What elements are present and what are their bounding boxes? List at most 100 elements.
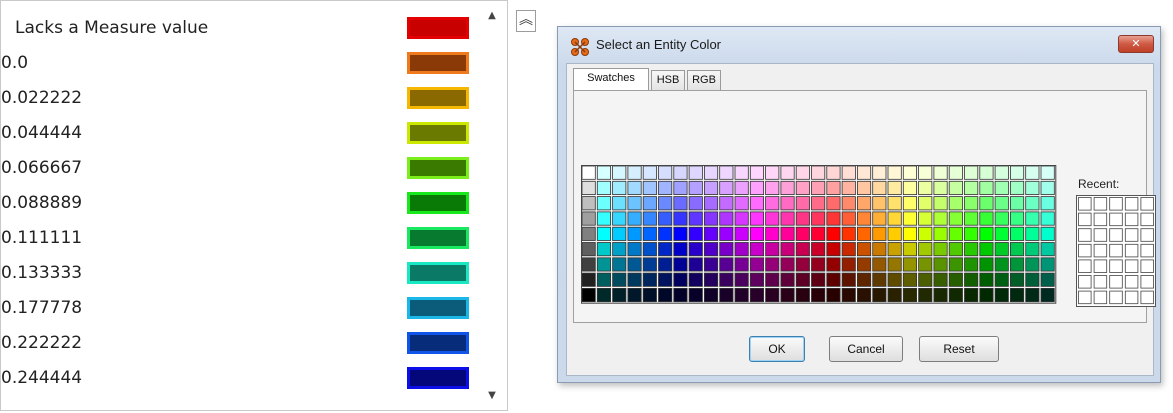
- recent-swatch-cell[interactable]: [1140, 197, 1154, 211]
- color-swatch-cell[interactable]: [918, 272, 933, 287]
- color-swatch-cell[interactable]: [979, 242, 994, 257]
- color-swatch-cell[interactable]: [811, 196, 826, 211]
- color-swatch-cell[interactable]: [765, 165, 780, 180]
- color-swatch-cell[interactable]: [933, 288, 948, 303]
- color-swatch-cell[interactable]: [856, 272, 872, 287]
- color-swatch-cell[interactable]: [596, 288, 611, 303]
- legend-color-swatch[interactable]: [407, 157, 469, 179]
- color-swatch-cell[interactable]: [841, 257, 856, 272]
- color-swatch-cell[interactable]: [642, 226, 657, 241]
- color-swatch-cell[interactable]: [734, 180, 749, 195]
- color-swatch-cell[interactable]: [887, 211, 902, 226]
- color-swatch-cell[interactable]: [704, 226, 719, 241]
- color-swatch-cell[interactable]: [581, 257, 596, 272]
- color-swatch-cell[interactable]: [688, 226, 703, 241]
- color-swatch-cell[interactable]: [658, 272, 673, 287]
- color-swatch-cell[interactable]: [856, 242, 872, 257]
- recent-swatch-cell[interactable]: [1140, 290, 1154, 305]
- color-swatch-cell[interactable]: [872, 288, 887, 303]
- color-swatch-cell[interactable]: [688, 242, 703, 257]
- color-swatch-cell[interactable]: [627, 257, 642, 272]
- color-swatch-cell[interactable]: [1040, 165, 1055, 180]
- color-swatch-cell[interactable]: [918, 211, 933, 226]
- color-swatch-cell[interactable]: [872, 257, 887, 272]
- color-swatch-cell[interactable]: [765, 288, 780, 303]
- color-swatch-cell[interactable]: [856, 226, 872, 241]
- color-swatch-cell[interactable]: [765, 272, 780, 287]
- recent-swatch-cell[interactable]: [1093, 228, 1108, 242]
- color-swatch-cell[interactable]: [811, 180, 826, 195]
- color-swatch-cell[interactable]: [612, 242, 627, 257]
- color-swatch-cell[interactable]: [933, 226, 948, 241]
- color-swatch-cell[interactable]: [749, 226, 765, 241]
- color-swatch-cell[interactable]: [856, 196, 872, 211]
- color-swatch-cell[interactable]: [658, 226, 673, 241]
- color-swatch-cell[interactable]: [719, 211, 734, 226]
- color-swatch-cell[interactable]: [749, 196, 765, 211]
- color-swatch-cell[interactable]: [841, 196, 856, 211]
- color-swatch-cell[interactable]: [719, 272, 734, 287]
- color-swatch-cell[interactable]: [1040, 242, 1055, 257]
- color-swatch-cell[interactable]: [581, 288, 596, 303]
- recent-swatch-cell[interactable]: [1078, 197, 1092, 211]
- color-swatch-cell[interactable]: [795, 180, 810, 195]
- recent-swatch-cell[interactable]: [1093, 243, 1108, 258]
- color-swatch-cell[interactable]: [902, 226, 917, 241]
- color-swatch-cell[interactable]: [826, 272, 841, 287]
- color-swatch-cell[interactable]: [765, 211, 780, 226]
- color-swatch-cell[interactable]: [581, 180, 596, 195]
- color-swatch-cell[interactable]: [795, 211, 810, 226]
- color-swatch-cell[interactable]: [811, 211, 826, 226]
- color-swatch-cell[interactable]: [826, 180, 841, 195]
- color-swatch-cell[interactable]: [856, 180, 872, 195]
- color-swatch-cell[interactable]: [596, 272, 611, 287]
- color-swatch-cell[interactable]: [749, 242, 765, 257]
- color-swatch-cell[interactable]: [902, 257, 917, 272]
- color-swatch-cell[interactable]: [642, 165, 657, 180]
- color-swatch-cell[interactable]: [948, 211, 963, 226]
- color-swatch-cell[interactable]: [964, 288, 979, 303]
- color-swatch-cell[interactable]: [795, 242, 810, 257]
- color-swatch-cell[interactable]: [581, 196, 596, 211]
- color-swatch-cell[interactable]: [688, 288, 703, 303]
- color-swatch-cell[interactable]: [1040, 196, 1055, 211]
- color-swatch-cell[interactable]: [1025, 180, 1040, 195]
- cancel-button[interactable]: Cancel: [829, 336, 903, 362]
- recent-swatch-cell[interactable]: [1109, 243, 1123, 258]
- color-swatch-cell[interactable]: [780, 196, 795, 211]
- color-swatch-cell[interactable]: [1025, 226, 1040, 241]
- color-swatch-cell[interactable]: [581, 226, 596, 241]
- color-swatch-cell[interactable]: [688, 165, 703, 180]
- recent-swatch-cell[interactable]: [1140, 243, 1154, 258]
- color-swatch-cell[interactable]: [979, 272, 994, 287]
- recent-swatch-cell[interactable]: [1140, 212, 1154, 227]
- recent-swatch-cell[interactable]: [1093, 197, 1108, 211]
- color-swatch-cell[interactable]: [612, 226, 627, 241]
- color-swatch-cell[interactable]: [887, 288, 902, 303]
- color-swatch-cell[interactable]: [704, 196, 719, 211]
- color-swatch-cell[interactable]: [704, 272, 719, 287]
- color-swatch-cell[interactable]: [795, 288, 810, 303]
- reset-button[interactable]: Reset: [919, 336, 999, 362]
- color-swatch-cell[interactable]: [642, 257, 657, 272]
- color-swatch-cell[interactable]: [734, 257, 749, 272]
- color-swatch-cell[interactable]: [765, 180, 780, 195]
- color-swatch-cell[interactable]: [887, 242, 902, 257]
- color-swatch-cell[interactable]: [581, 242, 596, 257]
- color-swatch-cell[interactable]: [688, 272, 703, 287]
- color-swatch-cell[interactable]: [964, 257, 979, 272]
- color-swatch-cell[interactable]: [704, 242, 719, 257]
- color-swatch-cell[interactable]: [826, 257, 841, 272]
- color-swatch-cell[interactable]: [964, 180, 979, 195]
- recent-swatch-cell[interactable]: [1093, 290, 1108, 305]
- color-swatch-cell[interactable]: [994, 288, 1009, 303]
- recent-swatch-cell[interactable]: [1078, 259, 1092, 273]
- color-swatch-cell[interactable]: [979, 257, 994, 272]
- legend-color-swatch[interactable]: [407, 87, 469, 109]
- color-swatch-cell[interactable]: [612, 180, 627, 195]
- collapse-up-icon[interactable]: ︽: [516, 10, 536, 32]
- recent-swatch-cell[interactable]: [1109, 259, 1123, 273]
- recent-swatch-cell[interactable]: [1093, 212, 1108, 227]
- color-swatch-cell[interactable]: [734, 226, 749, 241]
- color-swatch-cell[interactable]: [734, 242, 749, 257]
